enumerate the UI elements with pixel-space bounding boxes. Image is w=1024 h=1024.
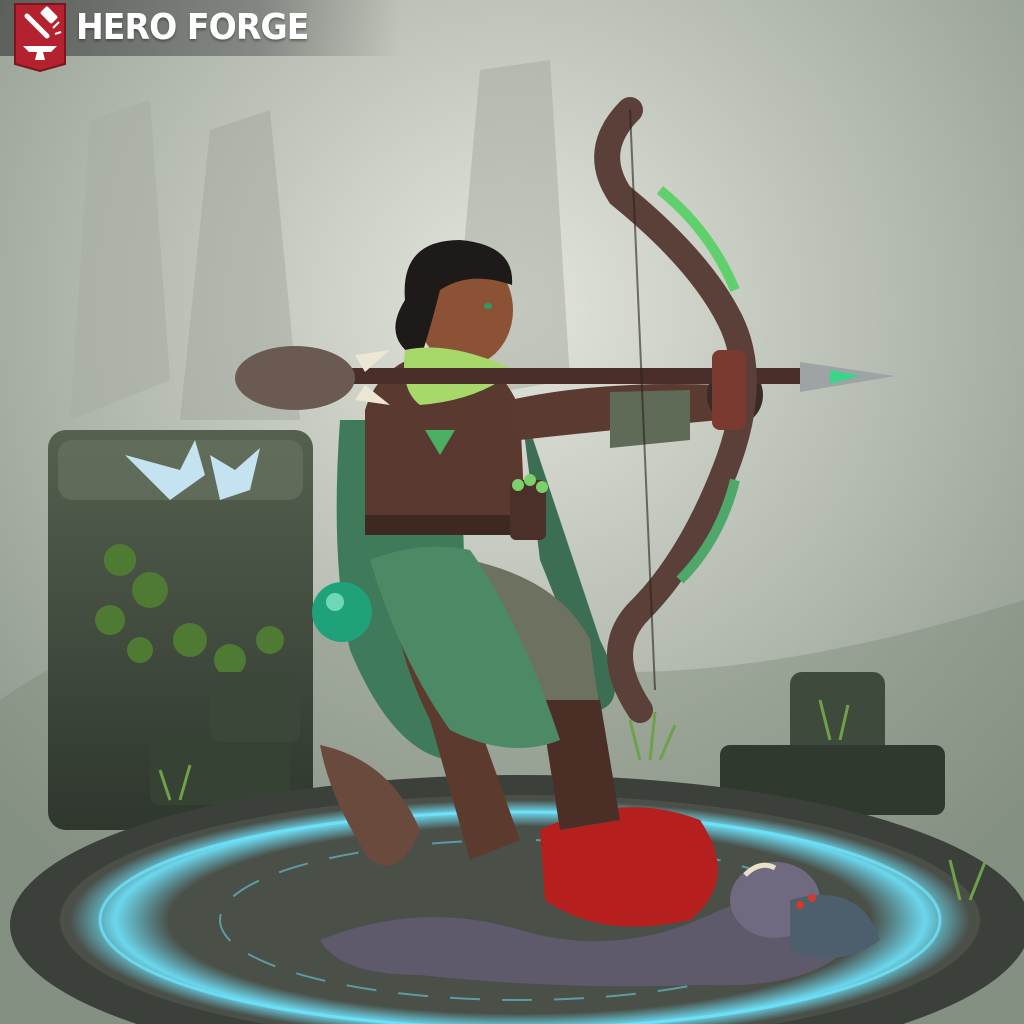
anvil-hammer-icon[interactable] — [13, 2, 67, 72]
brand-name[interactable]: HERO FORGE — [76, 8, 309, 48]
miniature-preview-viewport[interactable] — [0, 0, 1024, 1024]
miniature-render — [0, 0, 1024, 1024]
stone-block — [210, 672, 300, 742]
top-bar: HERO FORGE — [0, 0, 400, 72]
